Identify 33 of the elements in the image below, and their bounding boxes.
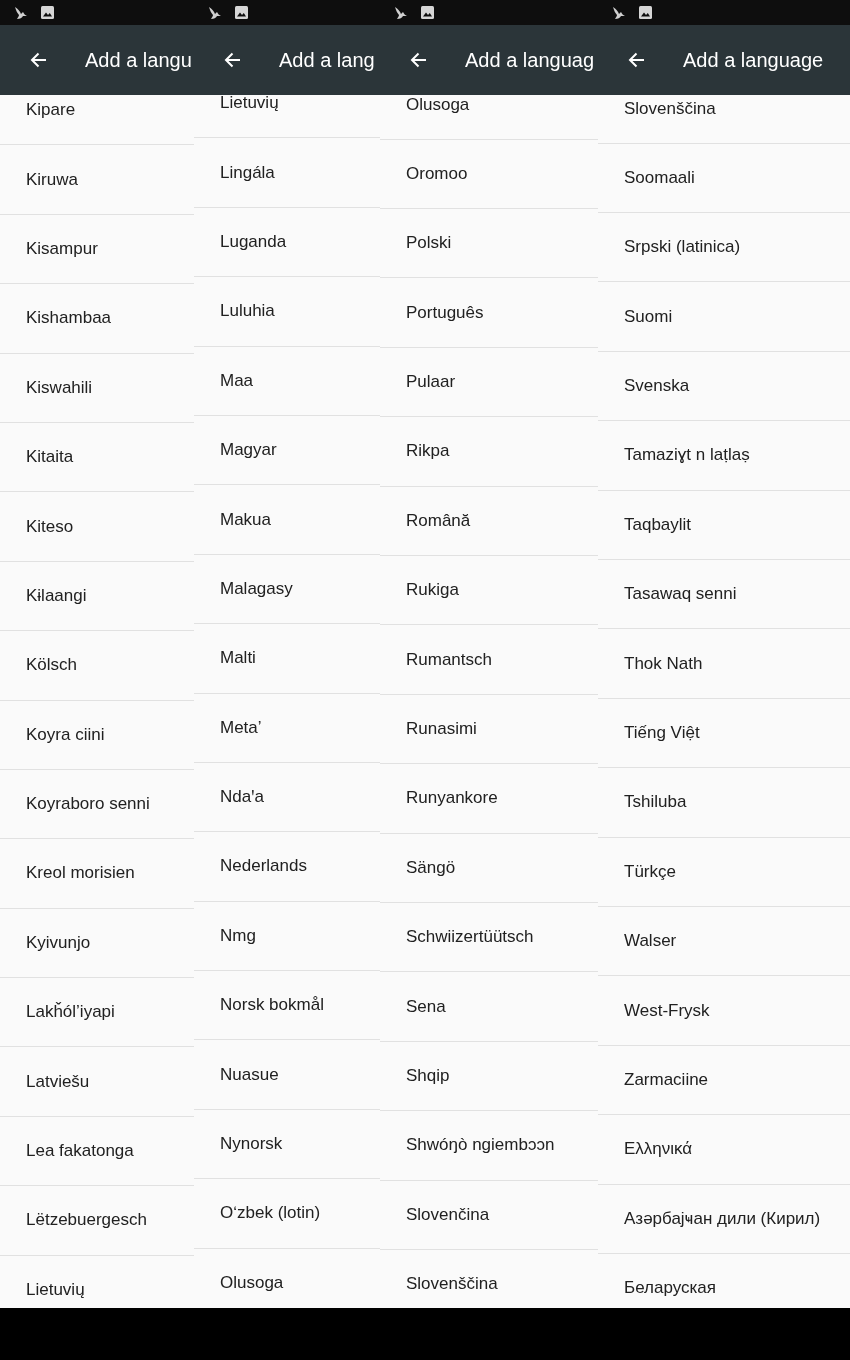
image-icon [235, 6, 248, 19]
language-item[interactable]: West-Frysk [598, 976, 850, 1046]
back-icon[interactable] [410, 52, 427, 68]
language-item[interactable]: Tiếng Việt [598, 698, 850, 769]
screen-title: Add a langu [85, 48, 192, 72]
language-item[interactable]: Srpski (latinica) [598, 213, 850, 283]
language-item[interactable]: Ελληνικά [598, 1115, 850, 1185]
language-item[interactable]: Thok Nath [598, 629, 850, 699]
image-icon [639, 6, 652, 19]
language-item[interactable]: Tasawaq senni [598, 560, 850, 630]
language-item[interactable]: Taqbaylit [598, 490, 850, 561]
language-item[interactable]: Türkçe [598, 837, 850, 907]
back-icon[interactable] [628, 52, 645, 68]
image-icon [421, 6, 434, 19]
language-item[interactable]: Suomi [598, 282, 850, 352]
screen-title: Add a lang [279, 48, 375, 72]
language-item[interactable]: Tshiluba [598, 768, 850, 838]
bird-icon [14, 5, 28, 20]
bird-icon [208, 5, 222, 20]
screen-title: Add a language [683, 48, 824, 72]
language-item[interactable]: Tamaziɣt n laṭlaṣ [598, 421, 850, 491]
bird-icon [612, 5, 626, 20]
screen-title: Add a languag [465, 48, 594, 72]
image-icon [41, 6, 54, 19]
language-item[interactable]: Zarmaciine [598, 1045, 850, 1116]
language-item[interactable]: Soomaali [598, 143, 850, 214]
language-item[interactable]: Slovenščina [598, 95, 850, 144]
language-item[interactable]: Walser [598, 907, 850, 977]
back-icon[interactable] [30, 52, 47, 68]
language-item[interactable]: Азәрбајҹан дили (Кирил) [598, 1184, 850, 1254]
bird-icon [394, 5, 408, 20]
back-icon[interactable] [224, 52, 241, 68]
language-item[interactable]: Svenska [598, 351, 850, 422]
